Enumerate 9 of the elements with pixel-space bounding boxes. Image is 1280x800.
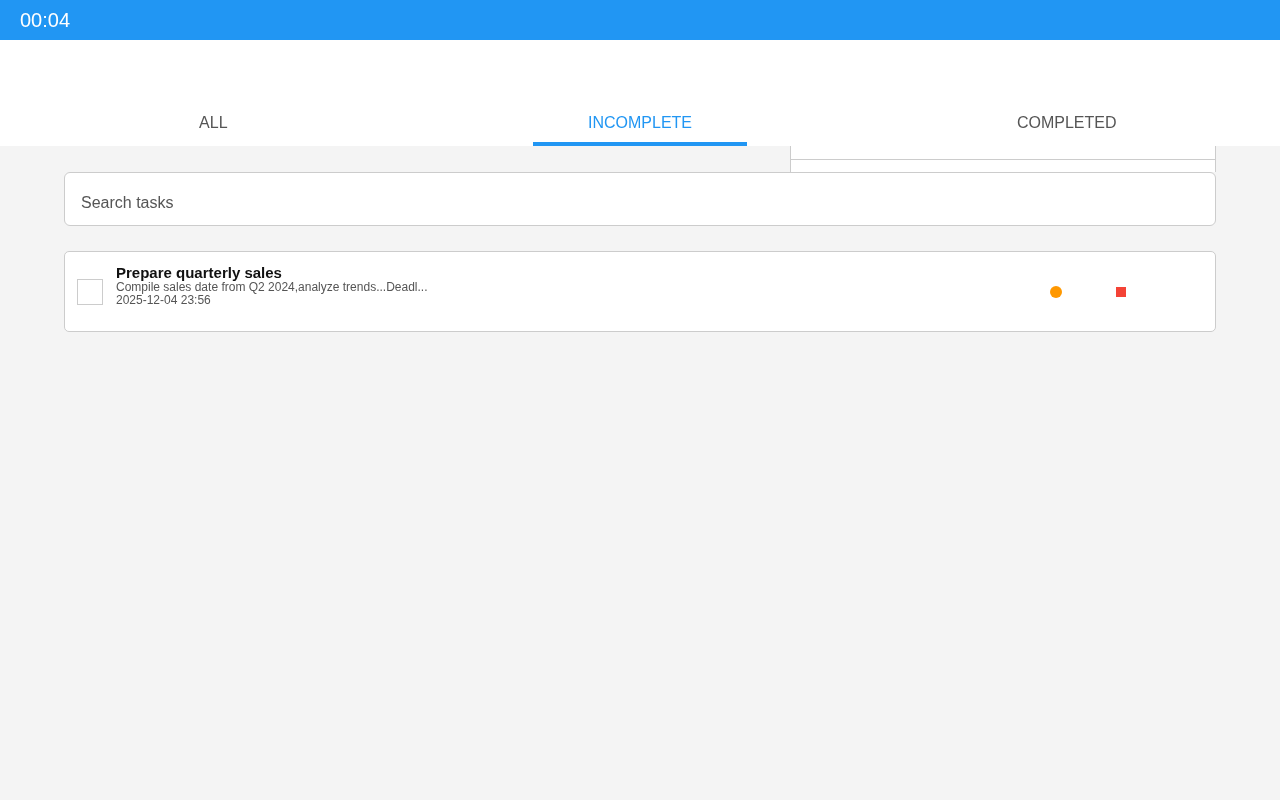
checkbox[interactable] [77, 278, 103, 305]
task-card[interactable]: Prepare quarterly sales Compile sales date from Q2 2024,analyze trends...Deadl... 2025-12-04 23:56 [64, 251, 1216, 332]
search-field[interactable]: Search tasks [64, 172, 1216, 226]
task-title: Prepare quarterly sales [116, 264, 282, 281]
task-date: 2025-12-04 23:56 [116, 294, 212, 307]
tab[interactable]: COMPLETED [853, 114, 1280, 146]
tab[interactable]: ALL [0, 114, 427, 146]
task-description: Compile sales date from Q2 2024,analyze trends...Deadl... [116, 281, 429, 294]
status-time: 00:04 [20, 8, 71, 32]
